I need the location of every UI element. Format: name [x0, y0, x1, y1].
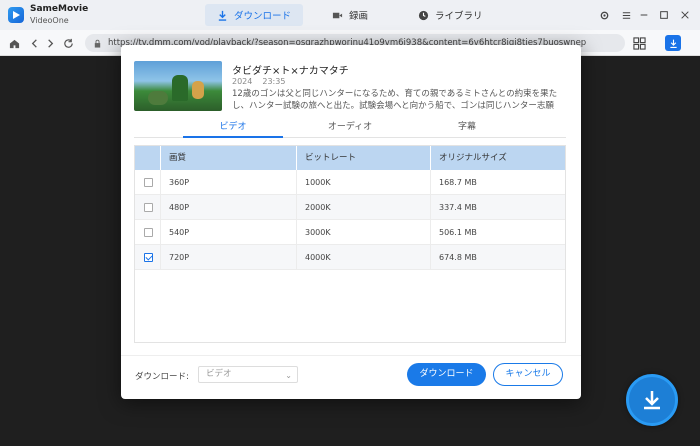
- download-type-value: ビデオ: [206, 369, 232, 379]
- forward-icon[interactable]: [43, 36, 57, 50]
- cell-quality: 360P: [160, 170, 296, 195]
- app-logo-icon: [8, 7, 24, 23]
- cell-size: 506.1 MB: [430, 220, 565, 245]
- nav-tab-download[interactable]: ダウンロード: [205, 4, 304, 26]
- cell-quality: 720P: [160, 245, 296, 270]
- tab-video[interactable]: ビデオ: [183, 118, 283, 138]
- cell-size: 168.7 MB: [430, 170, 565, 195]
- app-name: SameMovie VideoOne: [30, 4, 88, 26]
- stream-tabs: ビデオ オーディオ 字幕: [134, 118, 566, 138]
- nav-tab-record[interactable]: 録画: [320, 4, 380, 26]
- nav-tab-library-label: ライブラリ: [435, 11, 483, 22]
- row-checkbox[interactable]: [144, 203, 153, 212]
- tab-subtitle[interactable]: 字幕: [417, 118, 517, 138]
- download-type-select[interactable]: ビデオ ⌄: [198, 366, 298, 383]
- nav-tab-library[interactable]: ライブラリ: [406, 4, 495, 26]
- chevron-down-icon: ⌄: [285, 371, 292, 380]
- download-button[interactable]: ダウンロード: [407, 363, 486, 386]
- header-size: オリジナルサイズ: [430, 146, 565, 170]
- header-quality: 画質: [160, 146, 296, 170]
- app-name-secondary: VideoOne: [30, 16, 69, 25]
- download-icon: [218, 10, 227, 21]
- video-description: 12歳のゴンは父と同じハンターになるため、育ての親であるミトさんとの約束を果たし…: [232, 89, 558, 111]
- tab-audio[interactable]: オーディオ: [300, 118, 400, 138]
- cell-quality: 540P: [160, 220, 296, 245]
- download-list-icon[interactable]: [665, 35, 681, 51]
- video-thumbnail: [134, 61, 222, 111]
- download-type-label: ダウンロード:: [135, 372, 189, 382]
- lock-icon: [94, 39, 101, 48]
- table-header: 画質 ビットレート オリジナルサイズ: [135, 146, 565, 170]
- video-duration: 23:35: [262, 77, 286, 86]
- reload-icon[interactable]: [61, 36, 75, 50]
- nav-tab-download-label: ダウンロード: [234, 11, 292, 22]
- table-row[interactable]: 720P 4000K 674.8 MB: [135, 245, 565, 270]
- video-title: タビダチ×ト×ナカマタチ: [232, 66, 349, 77]
- clock-icon: [418, 10, 429, 20]
- menu-icon[interactable]: [619, 8, 633, 22]
- row-checkbox-checked[interactable]: [144, 253, 153, 262]
- back-icon[interactable]: [27, 36, 41, 50]
- download-arrow-icon: [644, 391, 660, 410]
- app-name-primary: SameMovie: [30, 4, 89, 14]
- table-row[interactable]: 480P 2000K 337.4 MB: [135, 195, 565, 220]
- cell-size: 674.8 MB: [430, 245, 565, 270]
- row-checkbox[interactable]: [144, 178, 153, 187]
- footer-divider: [121, 355, 581, 356]
- table-row[interactable]: 360P 1000K 168.7 MB: [135, 170, 565, 195]
- minimize-icon[interactable]: [637, 8, 651, 22]
- cancel-button[interactable]: キャンセル: [493, 363, 563, 386]
- settings-gear-icon[interactable]: [597, 8, 611, 22]
- row-checkbox[interactable]: [144, 228, 153, 237]
- quality-table: 画質 ビットレート オリジナルサイズ 360P 1000K 168.7 MB 4…: [134, 145, 566, 343]
- header-bitrate: ビットレート: [296, 146, 430, 170]
- maximize-icon[interactable]: [657, 8, 671, 22]
- nav-tab-record-label: 録画: [349, 11, 369, 22]
- cell-bitrate: 4000K: [296, 245, 430, 270]
- cell-bitrate: 3000K: [296, 220, 430, 245]
- video-camera-icon: [332, 12, 343, 18]
- video-year: 2024: [232, 77, 253, 86]
- cell-bitrate: 1000K: [296, 170, 430, 195]
- cell-quality: 480P: [160, 195, 296, 220]
- video-meta: 2024 23:35: [232, 77, 285, 86]
- title-bar: SameMovie VideoOne ダウンロード 録画 ライブラリ: [0, 0, 700, 30]
- grid-view-icon[interactable]: [631, 35, 647, 51]
- cell-bitrate: 2000K: [296, 195, 430, 220]
- download-options-dialog: タビダチ×ト×ナカマタチ 2024 23:35 12歳のゴンは父と同じハンターに…: [121, 45, 581, 399]
- table-row[interactable]: 540P 3000K 506.1 MB: [135, 220, 565, 245]
- close-icon[interactable]: [678, 8, 692, 22]
- home-icon[interactable]: [7, 36, 21, 50]
- download-fab-button[interactable]: [626, 374, 678, 426]
- cell-size: 337.4 MB: [430, 195, 565, 220]
